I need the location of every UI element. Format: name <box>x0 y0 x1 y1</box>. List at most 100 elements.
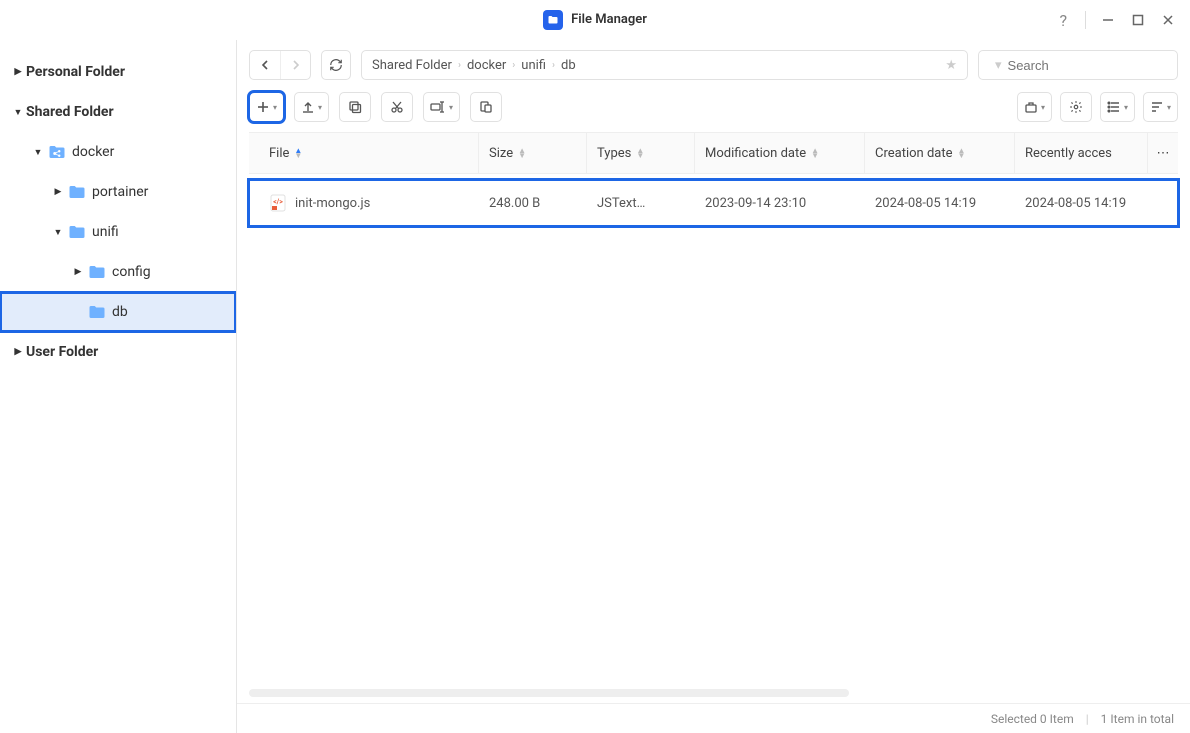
sidebar-item-personal-folder[interactable]: Personal Folder <box>0 52 236 92</box>
list-icon <box>1107 100 1121 114</box>
expand-icon[interactable] <box>10 67 26 77</box>
status-divider: | <box>1086 712 1089 726</box>
copy-icon <box>348 100 362 114</box>
sidebar-item-label: Personal Folder <box>26 64 125 80</box>
column-label: Creation date <box>875 146 953 161</box>
sidebar-item-portainer[interactable]: portainer <box>0 172 236 212</box>
paste-button[interactable] <box>470 92 502 122</box>
column-header-modification[interactable]: Modification date ▲▼ <box>695 133 865 173</box>
collapse-icon[interactable] <box>10 107 26 118</box>
column-header-creation[interactable]: Creation date ▲▼ <box>865 133 1015 173</box>
column-options-button[interactable]: ⋯ <box>1148 133 1178 173</box>
upload-icon <box>301 100 315 114</box>
sidebar-item-label: portainer <box>92 184 148 200</box>
table-header: File ▲▼ Size ▲▼ Types ▲▼ Modification da… <box>249 132 1178 174</box>
file-table: File ▲▼ Size ▲▼ Types ▲▼ Modification da… <box>237 132 1190 689</box>
column-label: Recently acces <box>1025 146 1112 161</box>
js-file-icon: </> <box>269 194 287 212</box>
sort-icon <box>1150 100 1164 114</box>
column-header-recent[interactable]: Recently acces <box>1015 133 1148 173</box>
search-box[interactable]: ▾ <box>978 50 1178 80</box>
cut-button[interactable] <box>381 92 413 122</box>
search-dropdown-icon[interactable]: ▾ <box>995 58 1002 73</box>
sidebar-item-unifi[interactable]: unifi <box>0 212 236 252</box>
file-modification-date: 2023-09-14 23:10 <box>695 196 865 211</box>
status-bar: Selected 0 Item | 1 Item in total <box>237 703 1190 733</box>
refresh-button[interactable] <box>321 50 351 80</box>
chevron-right-icon: › <box>458 60 461 71</box>
sidebar-item-shared-folder[interactable]: Shared Folder <box>0 92 236 132</box>
breadcrumb-item[interactable]: Shared Folder <box>372 58 452 73</box>
title-bar: File Manager ? <box>0 0 1190 40</box>
sidebar: Personal Folder Shared Folder docker por… <box>0 40 237 733</box>
column-header-size[interactable]: Size ▲▼ <box>479 133 587 173</box>
sidebar-item-label: User Folder <box>26 344 98 360</box>
svg-text:</>: </> <box>273 198 283 206</box>
sidebar-item-config[interactable]: config <box>0 252 236 292</box>
sort-button[interactable]: ▾ <box>1143 92 1178 122</box>
column-header-file[interactable]: File ▲▼ <box>249 133 479 173</box>
help-button[interactable]: ? <box>1049 11 1077 30</box>
back-button[interactable] <box>250 51 280 79</box>
folder-icon <box>88 264 106 280</box>
expand-icon[interactable] <box>10 347 26 357</box>
caret-down-icon: ▾ <box>449 103 453 112</box>
titlebar-divider <box>1085 11 1086 29</box>
folder-share-icon <box>48 144 66 160</box>
archive-button[interactable]: ▾ <box>1017 92 1052 122</box>
maximize-button[interactable] <box>1124 6 1152 34</box>
copy-button[interactable] <box>339 92 371 122</box>
expand-icon[interactable] <box>70 267 86 277</box>
nav-back-forward <box>249 50 311 80</box>
breadcrumb-item[interactable]: docker <box>467 58 506 73</box>
window-title: File Manager <box>571 12 647 27</box>
expand-icon[interactable] <box>50 187 66 197</box>
table-row[interactable]: </> init-mongo.js 248.00 B JSText… 2023-… <box>249 180 1178 226</box>
column-label: Modification date <box>705 146 806 161</box>
view-mode-button[interactable]: ▾ <box>1100 92 1135 122</box>
upload-button[interactable]: ▾ <box>294 92 329 122</box>
breadcrumb-item[interactable]: unifi <box>521 58 546 73</box>
sidebar-item-label: docker <box>72 144 114 160</box>
rename-icon <box>430 100 446 114</box>
sidebar-item-db[interactable]: db <box>0 292 236 332</box>
file-creation-date: 2024-08-05 14:19 <box>865 196 1015 211</box>
action-toolbar: ▾ ▾ ▾ ▾ <box>237 80 1190 132</box>
column-label: Size <box>489 146 513 161</box>
search-input[interactable] <box>1008 58 1184 73</box>
collapse-icon[interactable] <box>30 147 46 158</box>
sidebar-item-label: Shared Folder <box>26 104 114 120</box>
horizontal-scrollbar[interactable] <box>249 689 849 697</box>
column-header-types[interactable]: Types ▲▼ <box>587 133 695 173</box>
file-type: JSText… <box>587 196 695 211</box>
breadcrumb[interactable]: Shared Folder › docker › unifi › db ★ <box>361 50 968 80</box>
forward-button[interactable] <box>280 51 310 79</box>
sidebar-item-docker[interactable]: docker <box>0 132 236 172</box>
settings-button[interactable] <box>1060 92 1092 122</box>
navigation-toolbar: Shared Folder › docker › unifi › db ★ ▾ <box>237 40 1190 80</box>
sort-indicator: ▲▼ <box>518 148 526 158</box>
gear-icon <box>1069 100 1083 114</box>
rename-button[interactable]: ▾ <box>423 92 460 122</box>
column-label: File <box>269 146 289 161</box>
caret-down-icon: ▾ <box>273 103 277 112</box>
close-button[interactable] <box>1154 6 1182 34</box>
collapse-icon[interactable] <box>50 227 66 238</box>
minimize-button[interactable] <box>1094 6 1122 34</box>
chevron-right-icon: › <box>552 60 555 71</box>
app-icon <box>543 10 563 30</box>
sort-indicator: ▲▼ <box>294 148 302 158</box>
favorite-button[interactable]: ★ <box>945 58 957 73</box>
file-recent-access: 2024-08-05 14:19 <box>1015 196 1178 211</box>
sidebar-item-label: db <box>112 304 128 320</box>
status-selected: Selected 0 Item <box>991 712 1074 726</box>
file-size: 248.00 B <box>479 196 587 211</box>
folder-icon <box>68 224 86 240</box>
create-button[interactable]: ▾ <box>249 92 284 122</box>
briefcase-icon <box>1024 100 1038 114</box>
sidebar-item-user-folder[interactable]: User Folder <box>0 332 236 372</box>
breadcrumb-item[interactable]: db <box>561 58 576 73</box>
paste-icon <box>479 100 493 114</box>
caret-down-icon: ▾ <box>1167 103 1171 112</box>
column-label: Types <box>597 146 631 161</box>
